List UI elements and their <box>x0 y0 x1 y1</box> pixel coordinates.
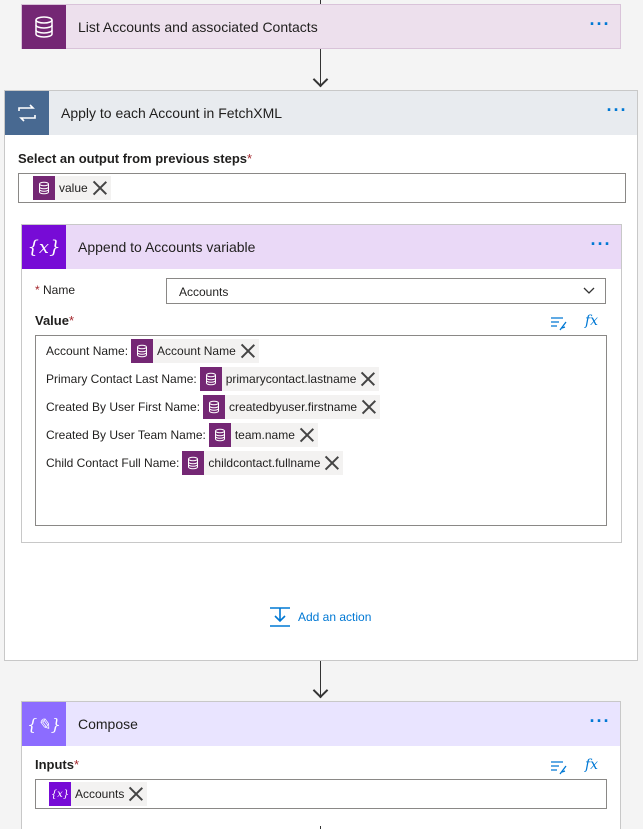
dataverse-icon <box>22 5 66 49</box>
dynamic-token[interactable]: Account Name <box>131 339 259 363</box>
compose-more-button[interactable]: ··· <box>580 712 620 732</box>
dynamic-content-icon[interactable] <box>550 759 568 775</box>
remove-token-icon[interactable] <box>91 179 109 197</box>
name-dropdown-value: Accounts <box>179 285 229 299</box>
remove-token-icon[interactable] <box>323 454 341 472</box>
token-label: team.name <box>234 428 295 442</box>
dynamic-token[interactable]: primarycontact.lastname <box>199 367 380 391</box>
inputs-label: Inputs* <box>35 757 80 772</box>
list-accounts-card[interactable]: List Accounts and associated Contacts ··… <box>21 4 621 49</box>
dataverse-icon <box>199 367 222 391</box>
loop-icon <box>5 91 49 135</box>
dataverse-icon <box>33 176 55 200</box>
append-more-button[interactable]: ··· <box>581 235 621 255</box>
list-accounts-more-button[interactable]: ··· <box>580 15 620 35</box>
variable-icon: {x} <box>49 782 71 806</box>
value-line: Created By User First Name: createdbyuser… <box>46 395 381 419</box>
dataverse-icon <box>131 339 154 363</box>
value-line-prefix: Primary Contact Last Name: <box>46 372 197 386</box>
inputs-field[interactable]: {x} Accounts <box>35 779 607 809</box>
name-dropdown[interactable]: Accounts <box>166 278 606 304</box>
compose-title: Compose <box>78 716 138 732</box>
token-label: Accounts <box>75 787 125 801</box>
token-label: Account Name <box>157 344 236 358</box>
dataverse-icon <box>182 451 205 475</box>
name-label: * Name <box>35 283 76 297</box>
list-accounts-title: List Accounts and associated Contacts <box>78 19 318 35</box>
remove-token-icon[interactable] <box>360 398 378 416</box>
arrow-down-icon <box>312 71 329 88</box>
select-output-field[interactable]: value <box>18 173 626 203</box>
expression-icon[interactable]: fx <box>585 313 598 329</box>
value-line-prefix: Account Name: <box>46 344 129 358</box>
value-token[interactable]: value <box>33 176 111 200</box>
dynamic-token[interactable]: createdbyuser.firstname <box>203 395 381 419</box>
add-action-icon <box>270 607 290 627</box>
remove-token-icon[interactable] <box>239 342 257 360</box>
token-label: createdbyuser.firstname <box>229 400 358 414</box>
arrow-down-icon <box>312 682 329 699</box>
compose-card: {✎} Compose ··· Inputs* fx {x} Accounts <box>21 701 621 829</box>
apply-each-card: Apply to each Account in FetchXML ··· Se… <box>4 90 638 661</box>
apply-each-title: Apply to each Account in FetchXML <box>61 105 283 121</box>
token-label: value <box>59 181 88 195</box>
value-textarea[interactable]: Account Name: Account Name Primary Contact… <box>35 335 607 526</box>
select-output-label: Select an output from previous steps* <box>18 151 253 166</box>
dynamic-token[interactable]: childcontact.fullname <box>182 451 344 475</box>
dataverse-icon <box>208 423 231 447</box>
accounts-token[interactable]: {x} Accounts <box>49 782 148 806</box>
value-line: Account Name: Account Name <box>46 339 259 363</box>
remove-token-icon[interactable] <box>127 785 145 803</box>
token-label: childcontact.fullname <box>208 456 321 470</box>
dynamic-content-icon[interactable] <box>550 315 568 331</box>
value-line: Child Contact Full Name: childcontact.ful… <box>46 451 344 475</box>
variable-icon: {x} <box>22 225 66 269</box>
value-line: Primary Contact Last Name: primarycontact… <box>46 367 380 391</box>
remove-token-icon[interactable] <box>298 426 316 444</box>
append-title: Append to Accounts variable <box>78 239 256 255</box>
value-line-prefix: Created By User First Name: <box>46 400 201 414</box>
compose-icon: {✎} <box>22 702 66 746</box>
add-action-label: Add an action <box>298 610 372 624</box>
append-variable-card: {x} Append to Accounts variable ··· * Na… <box>21 224 622 543</box>
chevron-down-icon <box>583 287 595 294</box>
value-line-prefix: Created By User Team Name: <box>46 428 206 442</box>
dataverse-icon <box>203 395 226 419</box>
value-line-prefix: Child Contact Full Name: <box>46 456 180 470</box>
apply-each-more-button[interactable]: ··· <box>597 101 637 121</box>
expression-icon[interactable]: fx <box>585 757 598 773</box>
dynamic-token[interactable]: team.name <box>208 423 318 447</box>
value-label: Value* <box>35 313 75 328</box>
add-action-button[interactable]: Add an action <box>269 606 371 628</box>
token-label: primarycontact.lastname <box>225 372 357 386</box>
remove-token-icon[interactable] <box>359 370 377 388</box>
value-line: Created By User Team Name: team.name <box>46 423 318 447</box>
